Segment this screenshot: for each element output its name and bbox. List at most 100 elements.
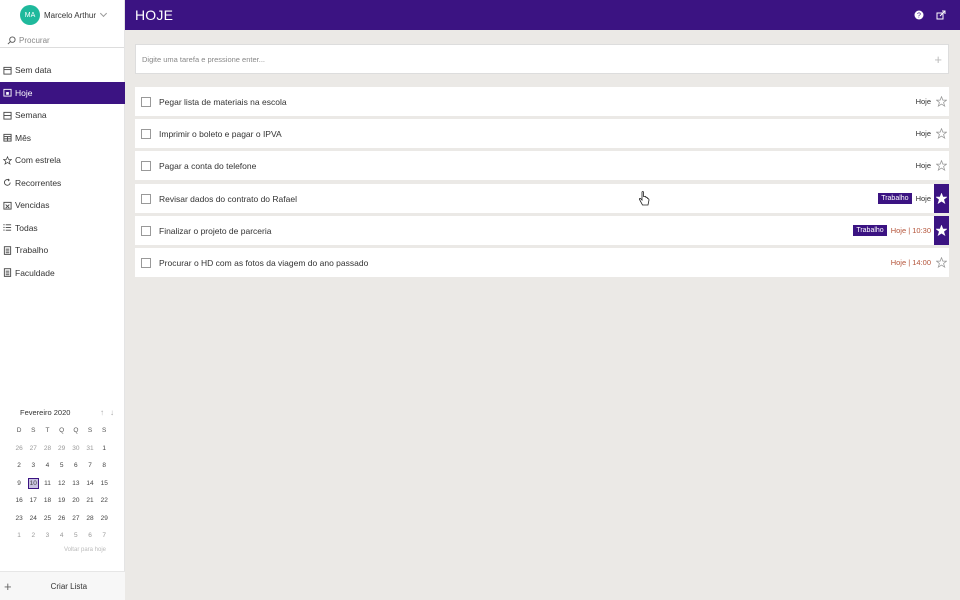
task-title[interactable]: Revisar dados do contrato do Rafael (159, 194, 297, 204)
task-checkbox[interactable] (141, 96, 151, 107)
task-row[interactable]: Pegar lista de materiais na escola Hoje (135, 87, 949, 116)
calendar-day[interactable]: 29 (55, 440, 69, 458)
task-title[interactable]: Finalizar o projeto de parceria (159, 226, 271, 236)
calendar-day[interactable]: 15 (97, 475, 111, 493)
calendar-day-selected[interactable]: 10 (26, 475, 40, 493)
sidebar-item-hoje[interactable]: Hoje (0, 81, 125, 104)
sidebar-item-com-estrela[interactable]: Com estrela (0, 149, 125, 172)
calendar-day[interactable]: 4 (55, 527, 69, 545)
calendar-day[interactable]: 12 (55, 475, 69, 493)
star-toggle[interactable] (934, 87, 949, 116)
calendar-day[interactable]: 26 (55, 510, 69, 528)
sidebar-item-semana[interactable]: Semana (0, 104, 125, 127)
calendar-day[interactable]: 27 (26, 440, 40, 458)
task-title[interactable]: Imprimir o boleto e pagar o IPVA (159, 129, 282, 139)
arrow-down-icon[interactable]: ↓ (110, 408, 114, 417)
star-icon[interactable] (936, 96, 947, 107)
sidebar-item-todas[interactable]: Todas (0, 217, 125, 240)
star-toggle[interactable] (934, 248, 949, 277)
calendar-day[interactable]: 28 (40, 440, 54, 458)
calendar-day[interactable]: 6 (69, 457, 83, 475)
share-icon[interactable] (936, 10, 946, 20)
calendar-day[interactable]: 27 (69, 510, 83, 528)
add-task-plus-icon[interactable]: + (934, 52, 942, 67)
star-toggle[interactable] (934, 184, 949, 213)
task-title[interactable]: Pagar a conta do telefone (159, 161, 256, 171)
search-bar[interactable]: Procurar (0, 34, 124, 48)
add-task-placeholder[interactable]: Digite uma tarefa e pressione enter... (142, 55, 265, 64)
task-checkbox[interactable] (141, 257, 151, 268)
task-checkbox[interactable] (141, 225, 151, 236)
calendar-day[interactable]: 6 (83, 527, 97, 545)
star-icon[interactable] (936, 128, 947, 139)
task-checkbox[interactable] (141, 193, 151, 204)
task-checkbox[interactable] (141, 128, 151, 139)
avatar[interactable]: MA (20, 5, 40, 25)
calendar-day[interactable]: 2 (12, 457, 26, 475)
sidebar-item-recorrentes[interactable]: Recorrentes (0, 172, 125, 195)
calendar-day[interactable]: 18 (40, 492, 54, 510)
calendar-day[interactable]: 3 (40, 527, 54, 545)
task-row[interactable]: Pagar a conta do telefone Hoje (135, 151, 949, 180)
create-list-button[interactable]: + Criar Lista (0, 571, 125, 600)
task-checkbox[interactable] (141, 160, 151, 171)
calendar-day[interactable]: 20 (69, 492, 83, 510)
search-input[interactable]: Procurar (19, 36, 50, 45)
calendar-day[interactable]: 29 (97, 510, 111, 528)
calendar-day[interactable]: 14 (83, 475, 97, 493)
back-to-today-link[interactable]: Voltar para hoje (12, 547, 114, 553)
arrow-up-icon[interactable]: ↑ (100, 408, 104, 417)
plus-icon[interactable]: + (4, 579, 12, 594)
help-icon[interactable]: ? (914, 10, 924, 20)
calendar-day[interactable]: 28 (83, 510, 97, 528)
calendar-day[interactable]: 26 (12, 440, 26, 458)
calendar-day[interactable]: 22 (97, 492, 111, 510)
task-title[interactable]: Pegar lista de materiais na escola (159, 97, 287, 107)
star-toggle[interactable] (934, 119, 949, 148)
task-row[interactable]: Revisar dados do contrato do Rafael Traba… (135, 184, 949, 213)
sidebar-item-mês[interactable]: Mês (0, 127, 125, 150)
sidebar-item-trabalho[interactable]: Trabalho (0, 239, 125, 262)
calendar-day[interactable]: 4 (40, 457, 54, 475)
task-title[interactable]: Procurar o HD com as fotos da viagem do … (159, 258, 368, 268)
calendar-day[interactable]: 31 (83, 440, 97, 458)
calendar-day[interactable]: 7 (83, 457, 97, 475)
calendar-day[interactable]: 19 (55, 492, 69, 510)
calendar-day[interactable]: 13 (69, 475, 83, 493)
profile-menu[interactable]: MA Marcelo Arthur (0, 0, 124, 30)
task-row[interactable]: Finalizar o projeto de parceria Trabalho H… (135, 216, 949, 245)
calendar-day[interactable]: 2 (26, 527, 40, 545)
star-icon[interactable] (936, 193, 947, 204)
sidebar-item-sem-data[interactable]: Sem data (0, 59, 125, 82)
calendar-day[interactable]: 21 (83, 492, 97, 510)
profile-name[interactable]: Marcelo Arthur (44, 11, 96, 20)
calendar-day[interactable]: 7 (97, 527, 111, 545)
calendar-day[interactable]: 24 (26, 510, 40, 528)
add-task-input[interactable]: Digite uma tarefa e pressione enter... + (135, 44, 949, 74)
calendar-day[interactable]: 1 (97, 440, 111, 458)
calendar-day[interactable]: 1 (12, 527, 26, 545)
calendar-day[interactable]: 3 (26, 457, 40, 475)
calendar-day[interactable]: 25 (40, 510, 54, 528)
task-row[interactable]: Procurar o HD com as fotos da viagem do … (135, 248, 949, 277)
calendar-day[interactable]: 17 (26, 492, 40, 510)
calendar-day[interactable]: 9 (12, 475, 26, 493)
star-icon[interactable] (936, 257, 947, 268)
calendar-day[interactable]: 8 (97, 457, 111, 475)
calendar-day[interactable]: 11 (40, 475, 54, 493)
task-tag[interactable]: Trabalho (878, 193, 912, 204)
task-row[interactable]: Imprimir o boleto e pagar o IPVA Hoje (135, 119, 949, 148)
chevron-down-icon[interactable] (99, 9, 108, 18)
calendar-day[interactable]: 23 (12, 510, 26, 528)
star-toggle[interactable] (934, 216, 949, 245)
sidebar-item-faculdade[interactable]: Faculdade (0, 262, 125, 285)
star-icon[interactable] (936, 225, 947, 236)
calendar-day[interactable]: 5 (69, 527, 83, 545)
calendar-day[interactable]: 16 (12, 492, 26, 510)
create-list-label[interactable]: Criar Lista (51, 582, 87, 591)
task-tag[interactable]: Trabalho (853, 225, 887, 236)
sidebar-item-vencidas[interactable]: Vencidas (0, 194, 125, 217)
star-icon[interactable] (936, 160, 947, 171)
calendar-day[interactable]: 5 (55, 457, 69, 475)
star-toggle[interactable] (934, 151, 949, 180)
